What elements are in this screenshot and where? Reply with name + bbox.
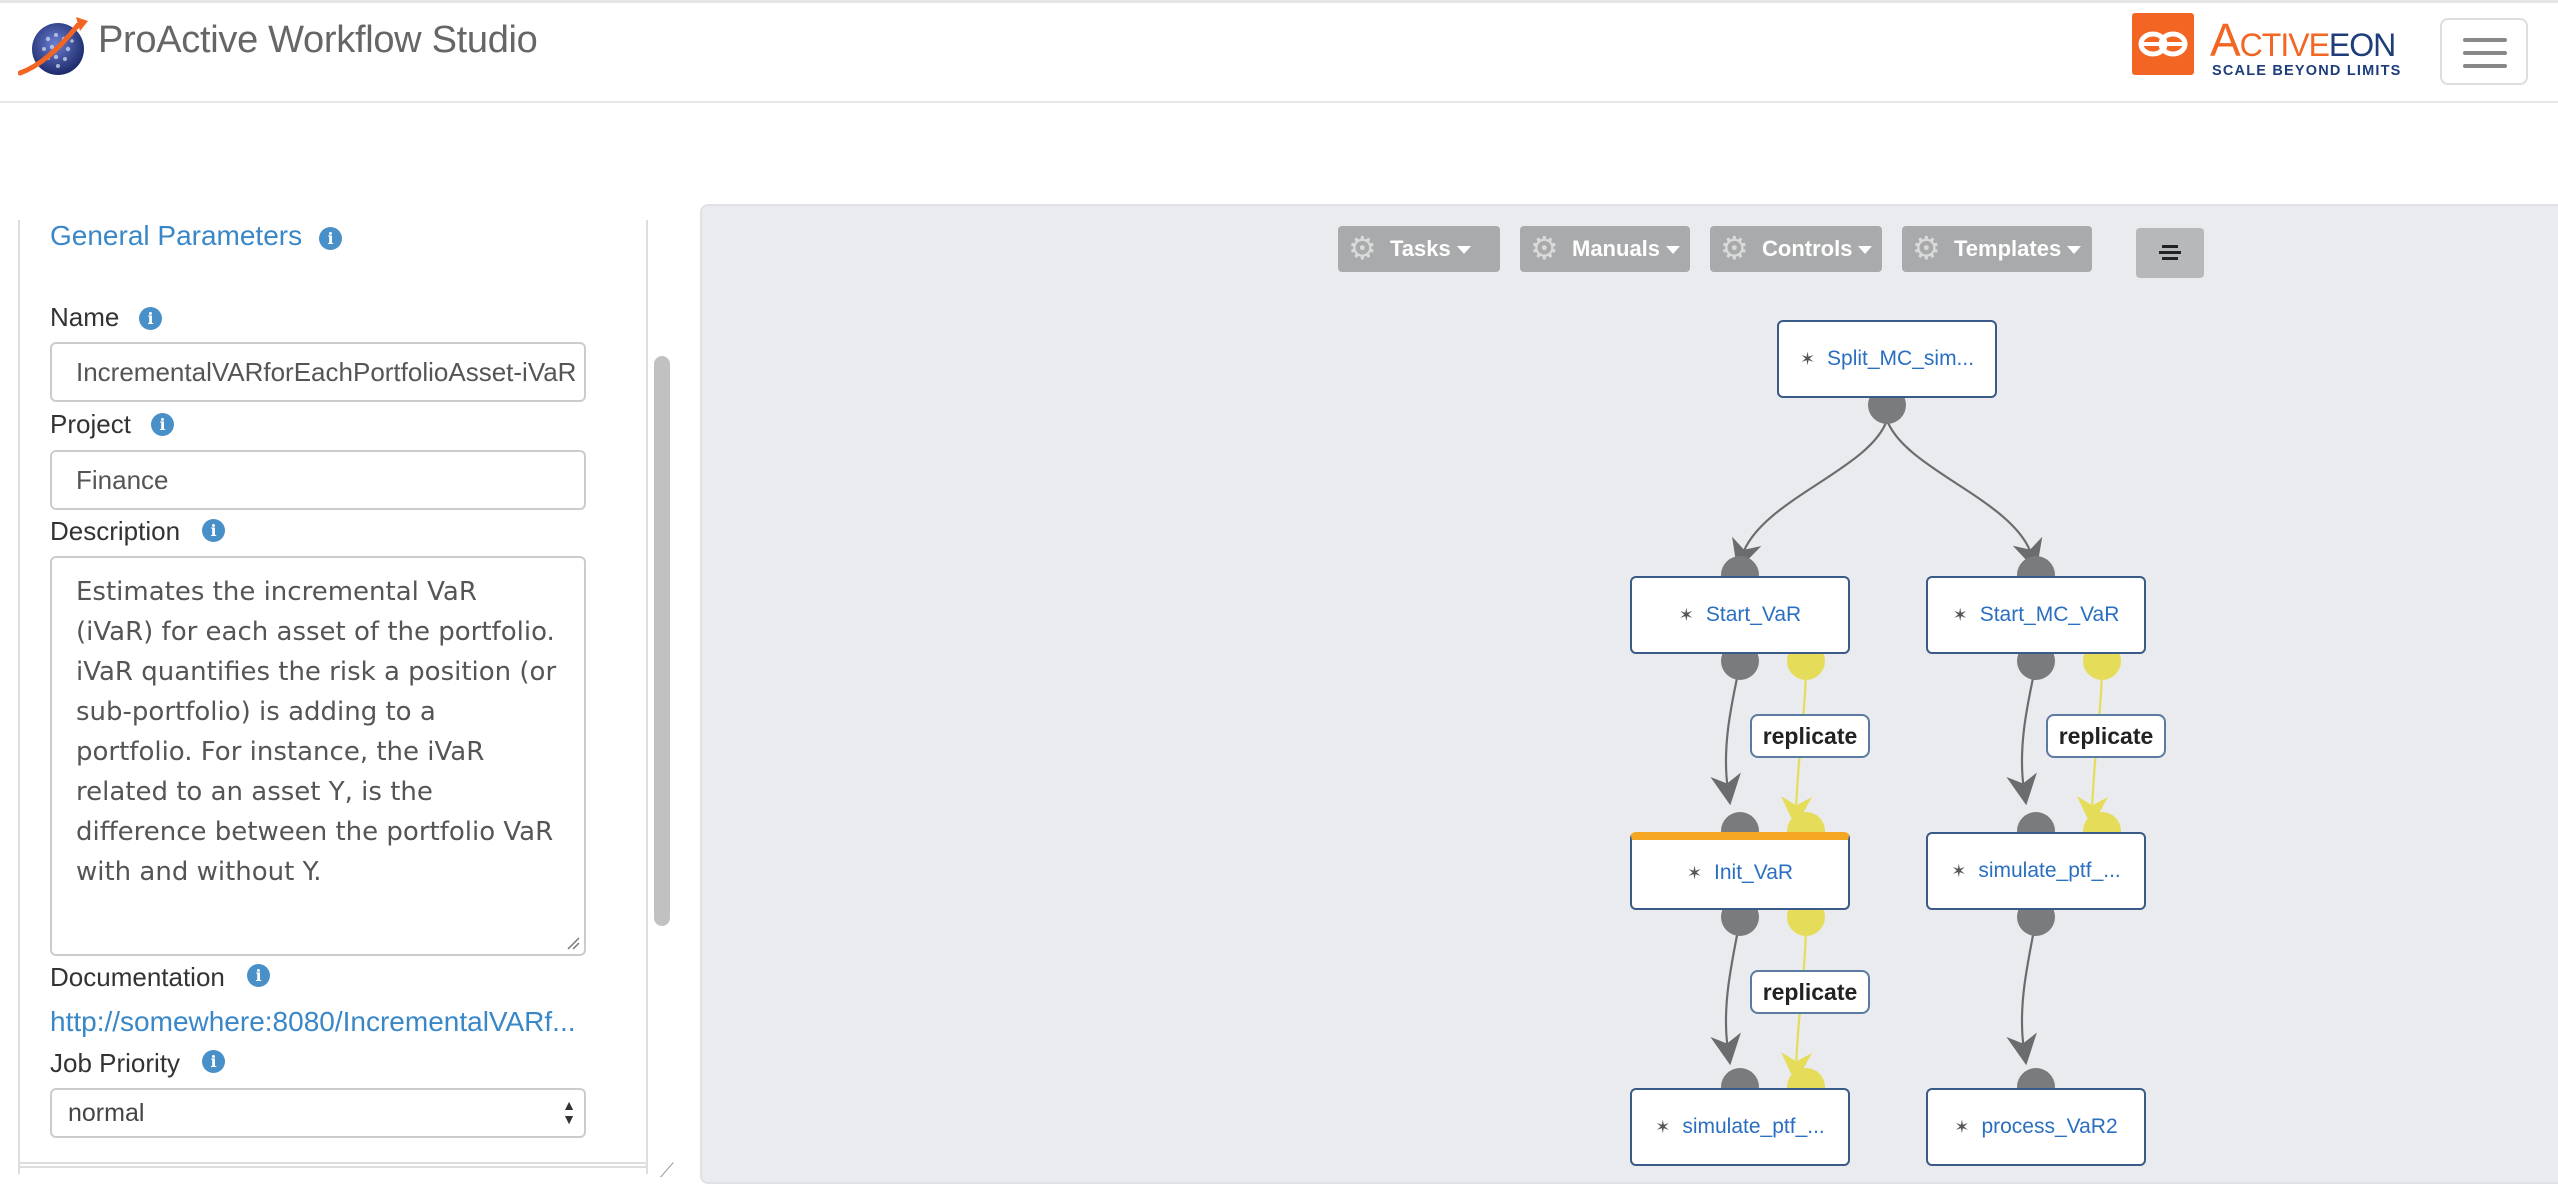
- task-start-mc-var[interactable]: ✶ Start_MC_VaR: [1926, 576, 2146, 654]
- task-init-var[interactable]: ✶ Init_VaR: [1630, 832, 1850, 910]
- task-icon: ✶: [1951, 861, 1967, 881]
- task-simulate-ptf-left[interactable]: ✶ simulate_ptf_...: [1630, 1088, 1850, 1166]
- task-start-var[interactable]: ✶ Start_VaR: [1630, 576, 1850, 654]
- replicate-label[interactable]: replicate: [1750, 714, 1870, 758]
- task-icon: ✶: [1799, 349, 1816, 369]
- task-simulate-ptf-right[interactable]: ✶ simulate_ptf_...: [1926, 832, 2146, 910]
- task-icon: ✶: [1655, 1117, 1671, 1137]
- replicate-label[interactable]: replicate: [2046, 714, 2166, 758]
- task-process-var2[interactable]: ✶ process_VaR2: [1926, 1088, 2146, 1166]
- task-icon: ✶: [1954, 1117, 1970, 1137]
- replicate-label[interactable]: replicate: [1750, 970, 1870, 1014]
- task-icon: ✶: [1952, 605, 1968, 625]
- task-split-mc-sim[interactable]: ✶ Split_MC_sim...: [1777, 320, 1997, 398]
- workflow-edges: [1710, 419, 2108, 1084]
- task-icon: ✶: [1678, 605, 1694, 625]
- task-icon: ✶: [1686, 863, 1703, 883]
